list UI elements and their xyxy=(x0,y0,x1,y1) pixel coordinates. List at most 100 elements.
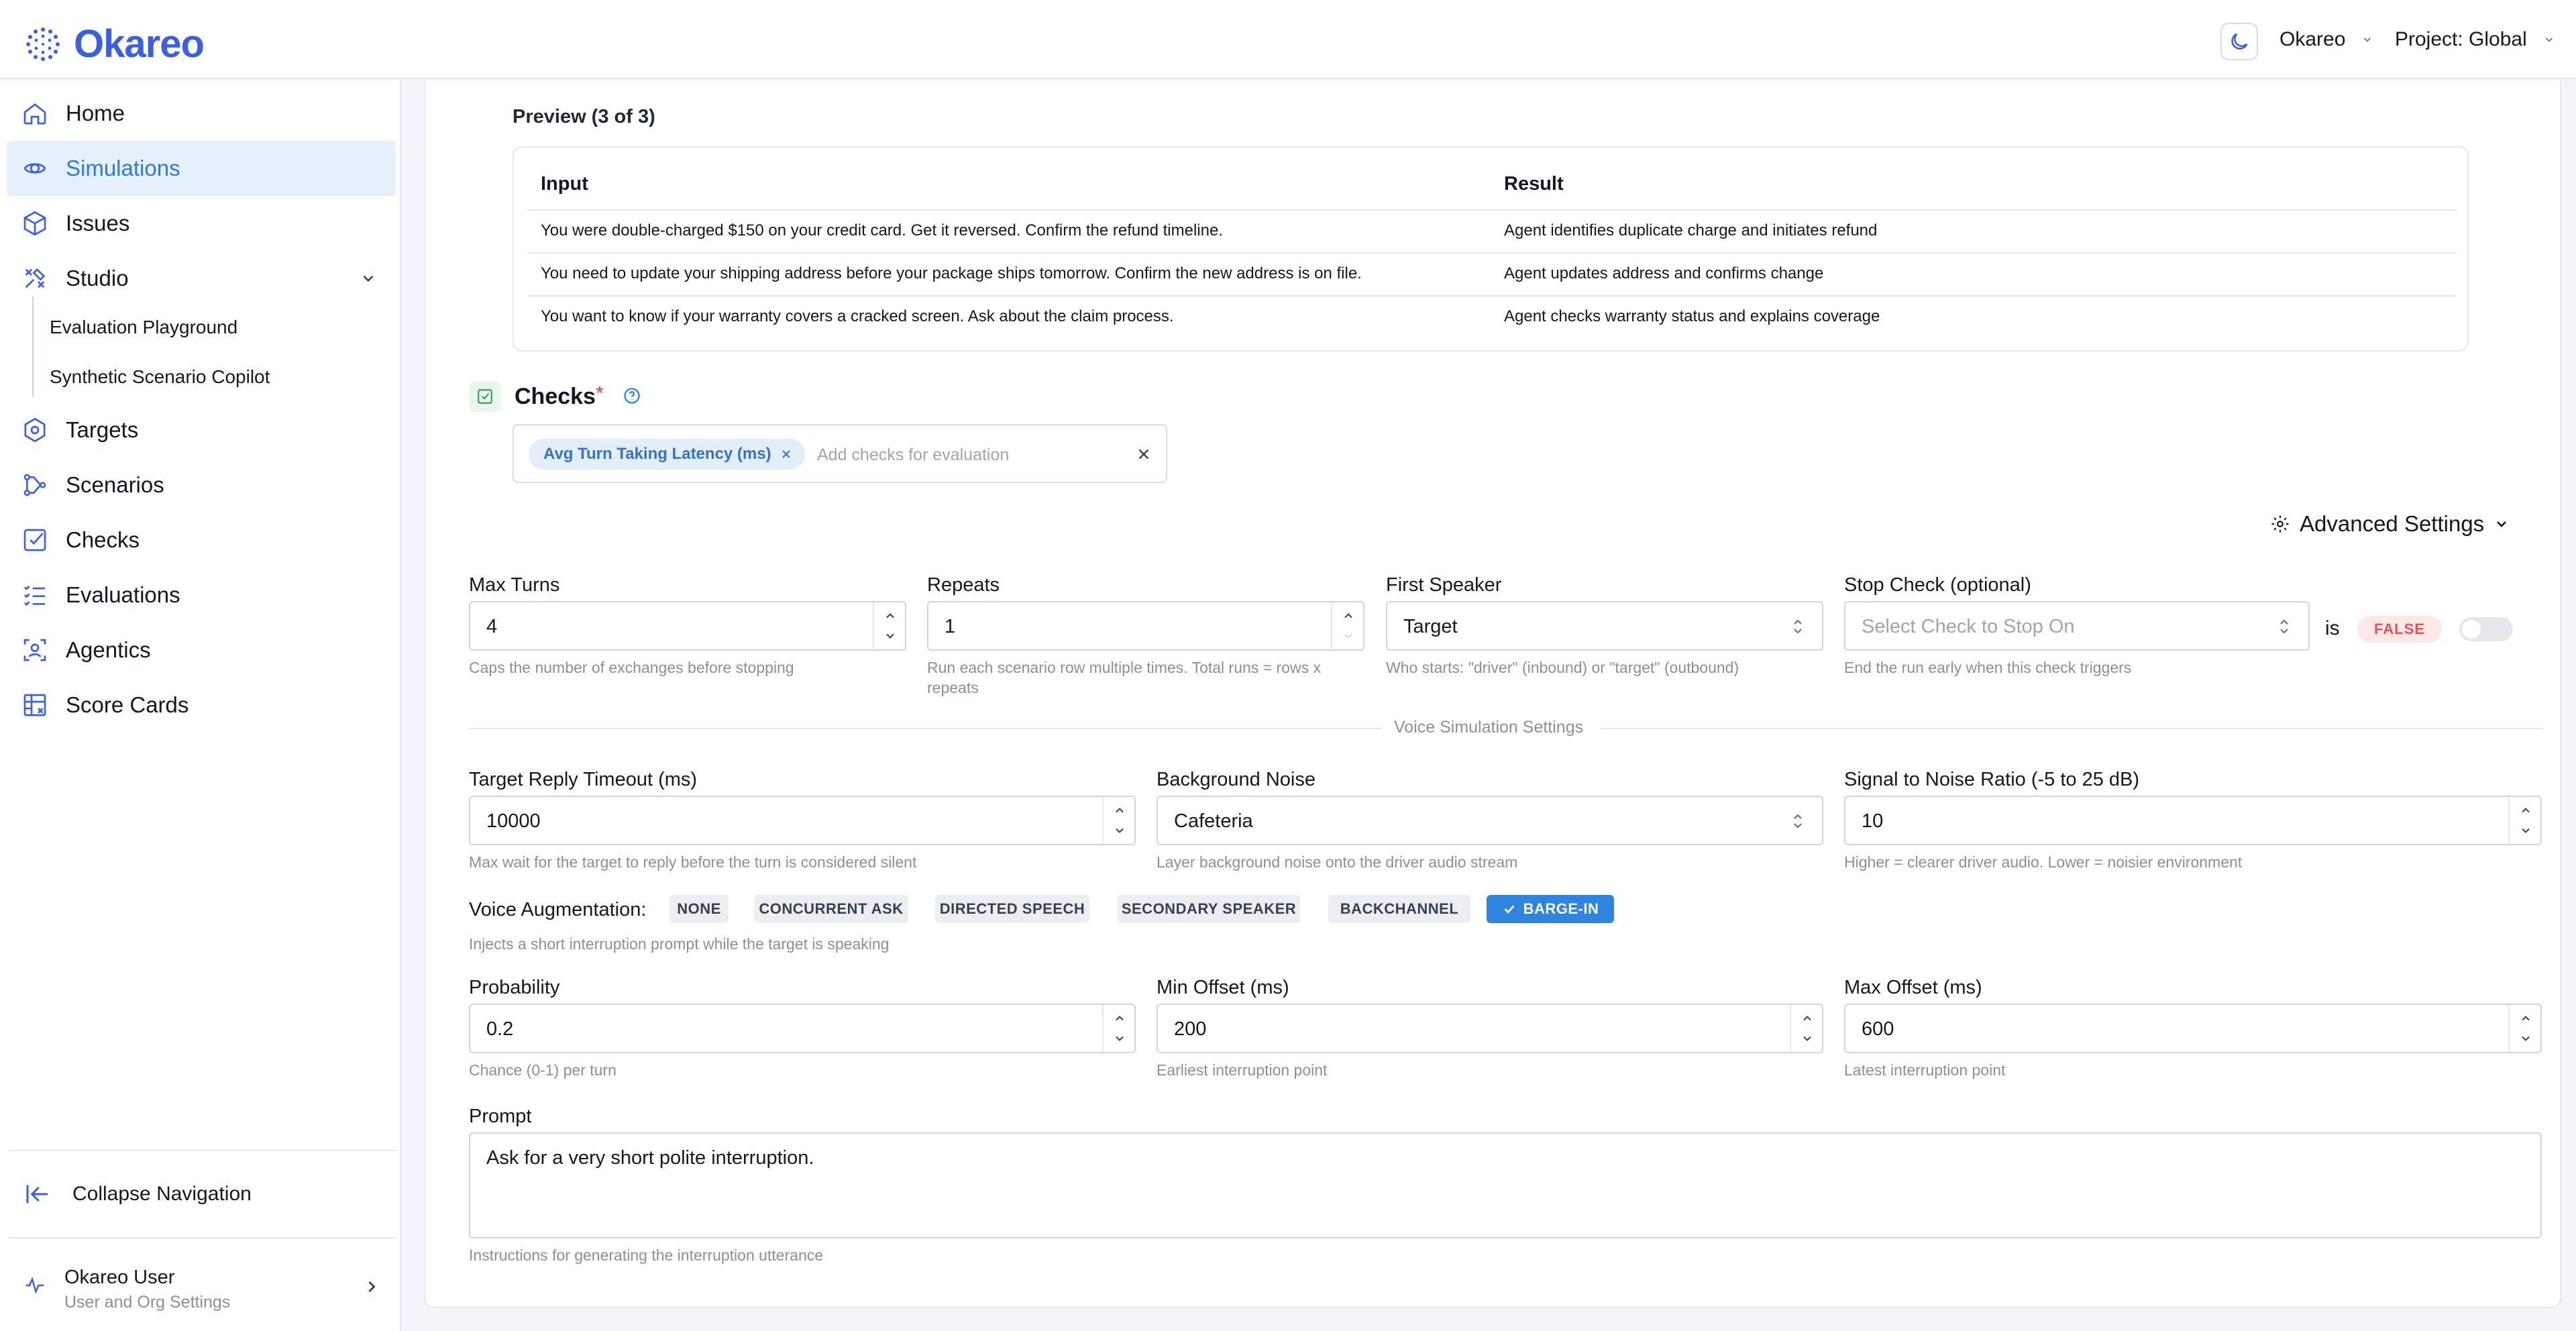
chevron-down-icon[interactable] xyxy=(1113,1032,1126,1045)
is-label: is xyxy=(2325,617,2340,639)
help-circle-icon[interactable] xyxy=(623,386,641,405)
project-selector[interactable]: Project: Global xyxy=(2395,28,2555,51)
number-stepper[interactable] xyxy=(1102,1005,1134,1052)
checks-multiselect[interactable]: Avg Turn Taking Latency (ms) Add checks … xyxy=(513,424,1167,483)
probability-label: Probability xyxy=(469,977,560,998)
min-offset-label: Min Offset (ms) xyxy=(1157,977,1289,998)
snr-input[interactable]: 10 xyxy=(1844,796,2542,845)
timeout-help: Max wait for the target to reply before … xyxy=(469,853,917,871)
background-noise-label: Background Noise xyxy=(1157,769,1316,790)
sidebar-item-studio[interactable]: Studio xyxy=(7,251,396,306)
sidebar-item-label: Issues xyxy=(66,211,130,235)
augmentation-option-backchannel[interactable]: BACKCHANNEL xyxy=(1328,895,1470,923)
prompt-textarea[interactable]: Ask for a very short polite interruption… xyxy=(469,1132,2542,1238)
sidebar-item-targets[interactable]: Targets xyxy=(7,403,396,458)
user-name: Okareo User xyxy=(64,1267,175,1288)
chevron-up-icon[interactable] xyxy=(1342,609,1355,623)
sidebar-item-simulations[interactable]: Simulations xyxy=(7,141,396,196)
chevron-down-icon[interactable] xyxy=(1342,629,1355,643)
chevron-up-icon[interactable] xyxy=(1113,804,1126,817)
user-settings[interactable]: Okareo User User and Org Settings xyxy=(24,1267,230,1312)
sidebar-item-checks[interactable]: Checks xyxy=(7,513,396,568)
close-icon[interactable] xyxy=(780,447,793,461)
sidebar-item-evaluations[interactable]: Evaluations xyxy=(7,568,396,623)
chevron-up-icon[interactable] xyxy=(1801,1012,1814,1025)
augmentation-option-concurrent-ask[interactable]: CONCURRENT ASK xyxy=(754,895,908,923)
sidebar-item-issues[interactable]: Issues xyxy=(7,196,396,251)
submenu-guide xyxy=(32,297,34,397)
number-stepper[interactable] xyxy=(2508,1005,2540,1052)
augmentation-option-directed-speech[interactable]: DIRECTED SPEECH xyxy=(935,895,1089,923)
stop-check-select[interactable]: Select Check to Stop On xyxy=(1844,601,2310,651)
chevron-down-icon[interactable] xyxy=(2519,824,2532,837)
timeout-input[interactable]: 10000 xyxy=(469,796,1136,845)
row-divider xyxy=(527,252,2457,254)
chevron-down-icon[interactable] xyxy=(2519,1032,2532,1045)
chevron-down-icon[interactable] xyxy=(1113,824,1126,837)
chevron-down-icon[interactable] xyxy=(360,270,377,287)
sidebar-item-home[interactable]: Home xyxy=(7,86,396,141)
background-noise-select[interactable]: Cafeteria xyxy=(1157,796,1823,845)
augmentation-option-secondary-speaker[interactable]: SECONDARY SPEAKER xyxy=(1118,895,1300,923)
timeout-label: Target Reply Timeout (ms) xyxy=(469,769,698,790)
chevron-up-icon[interactable] xyxy=(2519,1012,2532,1025)
row-divider xyxy=(527,295,2457,297)
number-stepper[interactable] xyxy=(1790,1005,1822,1052)
max-offset-label: Max Offset (ms) xyxy=(1844,977,1982,998)
probability-input[interactable]: 0.2 xyxy=(469,1004,1136,1053)
max-turns-input[interactable]: 4 xyxy=(469,601,906,651)
okareo-logo-icon xyxy=(26,27,60,61)
sidebar-subitem-evaluation-playground[interactable]: Evaluation Playground xyxy=(50,317,237,338)
max-offset-help: Latest interruption point xyxy=(1844,1061,2006,1079)
sidebar-subitem-synthetic-scenario-copilot[interactable]: Synthetic Scenario Copilot xyxy=(50,366,270,388)
voice-augmentation-help: Injects a short interruption prompt whil… xyxy=(469,935,890,953)
table-cell-result: Agent identifies duplicate charge and in… xyxy=(1504,221,1878,239)
sidebar-item-agentics[interactable]: Agentics xyxy=(7,623,396,678)
sidebar-item-label: Evaluations xyxy=(66,582,180,607)
sidebar-item-scenarios[interactable]: Scenarios xyxy=(7,458,396,513)
theme-toggle-button[interactable] xyxy=(2220,23,2258,60)
chevron-down-icon[interactable] xyxy=(1801,1032,1814,1045)
table-cell-input: You need to update your shipping address… xyxy=(541,264,1362,282)
prompt-label: Prompt xyxy=(469,1106,532,1127)
advanced-settings-toggle[interactable]: Advanced Settings xyxy=(2270,511,2510,537)
number-stepper[interactable] xyxy=(1102,797,1134,844)
max-offset-input[interactable]: 600 xyxy=(1844,1004,2542,1053)
augmentation-option-barge-in[interactable]: BARGE-IN xyxy=(1487,895,1614,923)
org-name: Okareo xyxy=(2279,28,2346,50)
number-stepper[interactable] xyxy=(2508,797,2540,844)
number-stepper[interactable] xyxy=(873,602,905,649)
min-offset-input[interactable]: 200 xyxy=(1157,1004,1823,1053)
stop-check-toggle[interactable] xyxy=(2459,617,2513,641)
voice-augmentation-label: Voice Augmentation: xyxy=(469,899,647,920)
chevron-up-icon[interactable] xyxy=(883,609,897,623)
checks-placeholder[interactable]: Add checks for evaluation xyxy=(817,445,1009,465)
chevron-up-icon[interactable] xyxy=(1113,1012,1126,1025)
checks-section-icon xyxy=(470,381,500,412)
repeats-input[interactable]: 1 xyxy=(927,601,1364,651)
snr-value: 10 xyxy=(1862,810,1884,832)
sidebar-item-score-cards[interactable]: Score Cards xyxy=(7,678,396,733)
org-selector[interactable]: Okareo xyxy=(2279,28,2373,51)
chevron-right-icon[interactable] xyxy=(362,1277,381,1296)
collapse-navigation-button[interactable]: Collapse Navigation xyxy=(24,1181,252,1208)
required-marker: * xyxy=(596,382,604,405)
number-stepper[interactable] xyxy=(1331,602,1363,649)
collapse-label: Collapse Navigation xyxy=(72,1183,252,1205)
chevron-up-icon[interactable] xyxy=(2519,804,2532,817)
logo[interactable]: Okareo xyxy=(24,21,205,66)
studio-icon xyxy=(25,268,46,288)
select-arrows-icon xyxy=(2280,619,2288,634)
checks-title: Checks xyxy=(515,384,596,409)
first-speaker-select[interactable]: Target xyxy=(1386,601,1823,651)
section-divider xyxy=(1601,728,2542,729)
augmentation-option-none[interactable]: NONE xyxy=(669,895,729,923)
chevron-down-icon[interactable] xyxy=(883,629,897,643)
table-cell-result: Agent updates address and confirms chang… xyxy=(1504,264,1824,282)
sidebar-item-label: Score Cards xyxy=(66,692,189,717)
advanced-settings-label: Advanced Settings xyxy=(2300,511,2485,536)
check-icon xyxy=(1504,905,1515,914)
close-icon[interactable] xyxy=(1135,445,1152,463)
max-turns-value: 4 xyxy=(486,616,498,637)
list-icon xyxy=(24,585,45,606)
